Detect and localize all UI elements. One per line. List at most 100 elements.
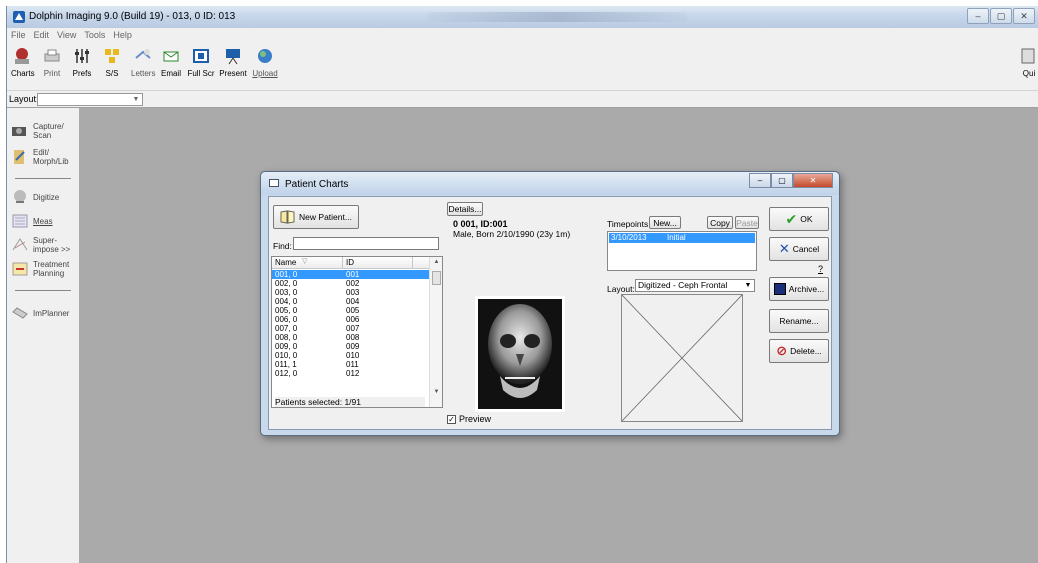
- minimize-button[interactable]: –: [967, 8, 989, 24]
- preview-checkbox[interactable]: ✓ Preview: [447, 414, 491, 424]
- ss-icon: [105, 49, 119, 63]
- patient-row[interactable]: 008, 0 008: [272, 333, 430, 342]
- dolphin-logo-icon: [13, 11, 25, 23]
- email-button[interactable]: Email: [159, 46, 183, 78]
- patient-list-scrollbar[interactable]: ▲ ▼: [429, 257, 442, 407]
- sidebar: Capture/ Scan Edit/ Morph/Lib Digitize M…: [7, 108, 80, 563]
- x-icon: ✕: [778, 241, 790, 256]
- patient-row[interactable]: 009, 0 009: [272, 342, 430, 351]
- layout-dropdown[interactable]: ▼: [37, 93, 143, 106]
- digitize-icon: [14, 190, 26, 203]
- patient-info: Male, Born 2/10/1990 (23y 1m): [453, 229, 571, 239]
- layout-select[interactable]: Digitized - Ceph Frontal ▼: [635, 279, 755, 292]
- patient-row[interactable]: 003, 0 003: [272, 288, 430, 297]
- layout-bar: Layout: ▼: [7, 90, 1038, 108]
- sidebar-item-meas[interactable]: Meas: [11, 212, 53, 230]
- details-button[interactable]: Details...: [447, 202, 483, 216]
- patient-row[interactable]: 007, 0 007: [272, 324, 430, 333]
- timepoints-label: Timepoints:: [607, 219, 651, 229]
- implanner-icon: [12, 307, 28, 319]
- dialog-minimize-button[interactable]: –: [749, 173, 771, 188]
- sidebar-item-capture-scan[interactable]: Capture/ Scan: [11, 122, 73, 140]
- ok-button[interactable]: ✔ OK: [769, 207, 829, 231]
- quick-button[interactable]: Qui: [1019, 46, 1038, 78]
- print-button[interactable]: Print: [41, 46, 63, 78]
- toolbar: Charts Print Prefs S/S Letters Email Ful…: [7, 42, 1038, 90]
- sidebar-item-superimpose[interactable]: Super- impose >>: [11, 236, 79, 254]
- measure-icon: [12, 214, 28, 228]
- quick-icon: [1021, 48, 1035, 64]
- column-header-name[interactable]: Name: [275, 258, 296, 267]
- letters-button[interactable]: Letters: [131, 46, 155, 78]
- charts-button[interactable]: Charts: [11, 46, 35, 78]
- menu-tools[interactable]: Tools: [84, 28, 105, 42]
- patient-row[interactable]: 012, 0 012: [272, 369, 430, 378]
- layout-label: Layout:: [9, 94, 39, 104]
- copy-button[interactable]: Copy: [707, 216, 733, 229]
- archive-button[interactable]: Archive...: [769, 277, 829, 301]
- patient-row[interactable]: 004, 0 004: [272, 297, 430, 306]
- sidebar-divider: [15, 178, 71, 179]
- layout-preview: [621, 294, 743, 422]
- menu-bar: File Edit View Tools Help: [7, 28, 1038, 42]
- charts-icon: [15, 48, 29, 64]
- scroll-up-icon[interactable]: ▲: [430, 257, 442, 267]
- layout-label-dialog: Layout:: [607, 284, 635, 294]
- camera-icon: [12, 127, 26, 136]
- blurred-area: [427, 12, 687, 22]
- timepoint-row[interactable]: 3/10/2013 Initial: [609, 233, 755, 243]
- patient-row[interactable]: 011, 1 011: [272, 360, 430, 369]
- patient-row[interactable]: 005, 0 005: [272, 306, 430, 315]
- sidebar-divider: [15, 290, 71, 291]
- prefs-button[interactable]: Prefs: [71, 46, 93, 78]
- close-button[interactable]: ✕: [1013, 8, 1035, 24]
- new-timepoint-button[interactable]: New...: [649, 216, 681, 229]
- patient-row[interactable]: 010, 0 010: [272, 351, 430, 360]
- dialog-close-button[interactable]: ✕: [793, 173, 833, 188]
- patient-list[interactable]: Name ▽ ID 001, 0 001 002, 0 002 003, 0 003 …: [271, 256, 443, 408]
- delete-icon: ⊘: [776, 343, 788, 358]
- upload-button[interactable]: Upload: [251, 46, 279, 78]
- chevron-down-icon: ▼: [744, 282, 752, 289]
- full-screen-button[interactable]: Full Scr: [187, 46, 215, 78]
- sidebar-item-treatment-planning[interactable]: Treatment Planning: [11, 260, 77, 278]
- menu-view[interactable]: View: [57, 28, 76, 42]
- sort-icon: ▽: [302, 258, 308, 265]
- scroll-down-icon[interactable]: ▼: [430, 387, 442, 397]
- find-label: Find:: [273, 241, 292, 251]
- help-link[interactable]: ?: [818, 264, 823, 274]
- printer-icon: [44, 49, 60, 62]
- dialog-window-icon: [269, 179, 279, 187]
- menu-help[interactable]: Help: [113, 28, 132, 42]
- sidebar-item-digitize[interactable]: Digitize: [11, 188, 59, 206]
- column-header-id[interactable]: ID: [346, 258, 354, 267]
- paste-button[interactable]: Paste: [735, 216, 759, 229]
- checkbox-icon: ✓: [447, 414, 456, 424]
- sidebar-item-implanner[interactable]: ImPlanner: [11, 304, 69, 322]
- letters-icon: [135, 49, 151, 59]
- delete-button[interactable]: ⊘ Delete...: [769, 339, 829, 363]
- ss-button[interactable]: S/S: [101, 46, 123, 78]
- patient-row[interactable]: 006, 0 006: [272, 315, 430, 324]
- ceph-xray-image: [475, 296, 565, 412]
- menu-file[interactable]: File: [11, 28, 26, 42]
- rename-button[interactable]: Rename...: [769, 309, 829, 333]
- treatment-icon: [12, 262, 28, 276]
- maximize-button[interactable]: ▢: [990, 8, 1012, 24]
- patient-row[interactable]: 001, 0 001: [272, 270, 430, 279]
- find-input[interactable]: [293, 237, 439, 250]
- email-icon: [163, 51, 179, 62]
- timepoints-list[interactable]: 3/10/2013 Initial: [607, 231, 757, 271]
- cancel-button[interactable]: ✕ Cancel: [769, 237, 829, 261]
- dialog-maximize-button[interactable]: ▢: [771, 173, 793, 188]
- patient-id: 0 001, ID:001: [453, 219, 508, 229]
- menu-edit[interactable]: Edit: [34, 28, 50, 42]
- sidebar-item-edit-morph[interactable]: Edit/ Morph/Lib: [11, 148, 77, 166]
- scroll-thumb[interactable]: [432, 271, 441, 285]
- floppy-icon: [773, 283, 786, 295]
- patient-row[interactable]: 002, 0 002: [272, 279, 430, 288]
- present-button[interactable]: Present: [219, 46, 247, 78]
- upload-icon: [258, 49, 272, 63]
- title-bar: Dolphin Imaging 9.0 (Build 19) - 013, 0 …: [7, 6, 1038, 28]
- new-patient-button[interactable]: New Patient...: [273, 205, 359, 229]
